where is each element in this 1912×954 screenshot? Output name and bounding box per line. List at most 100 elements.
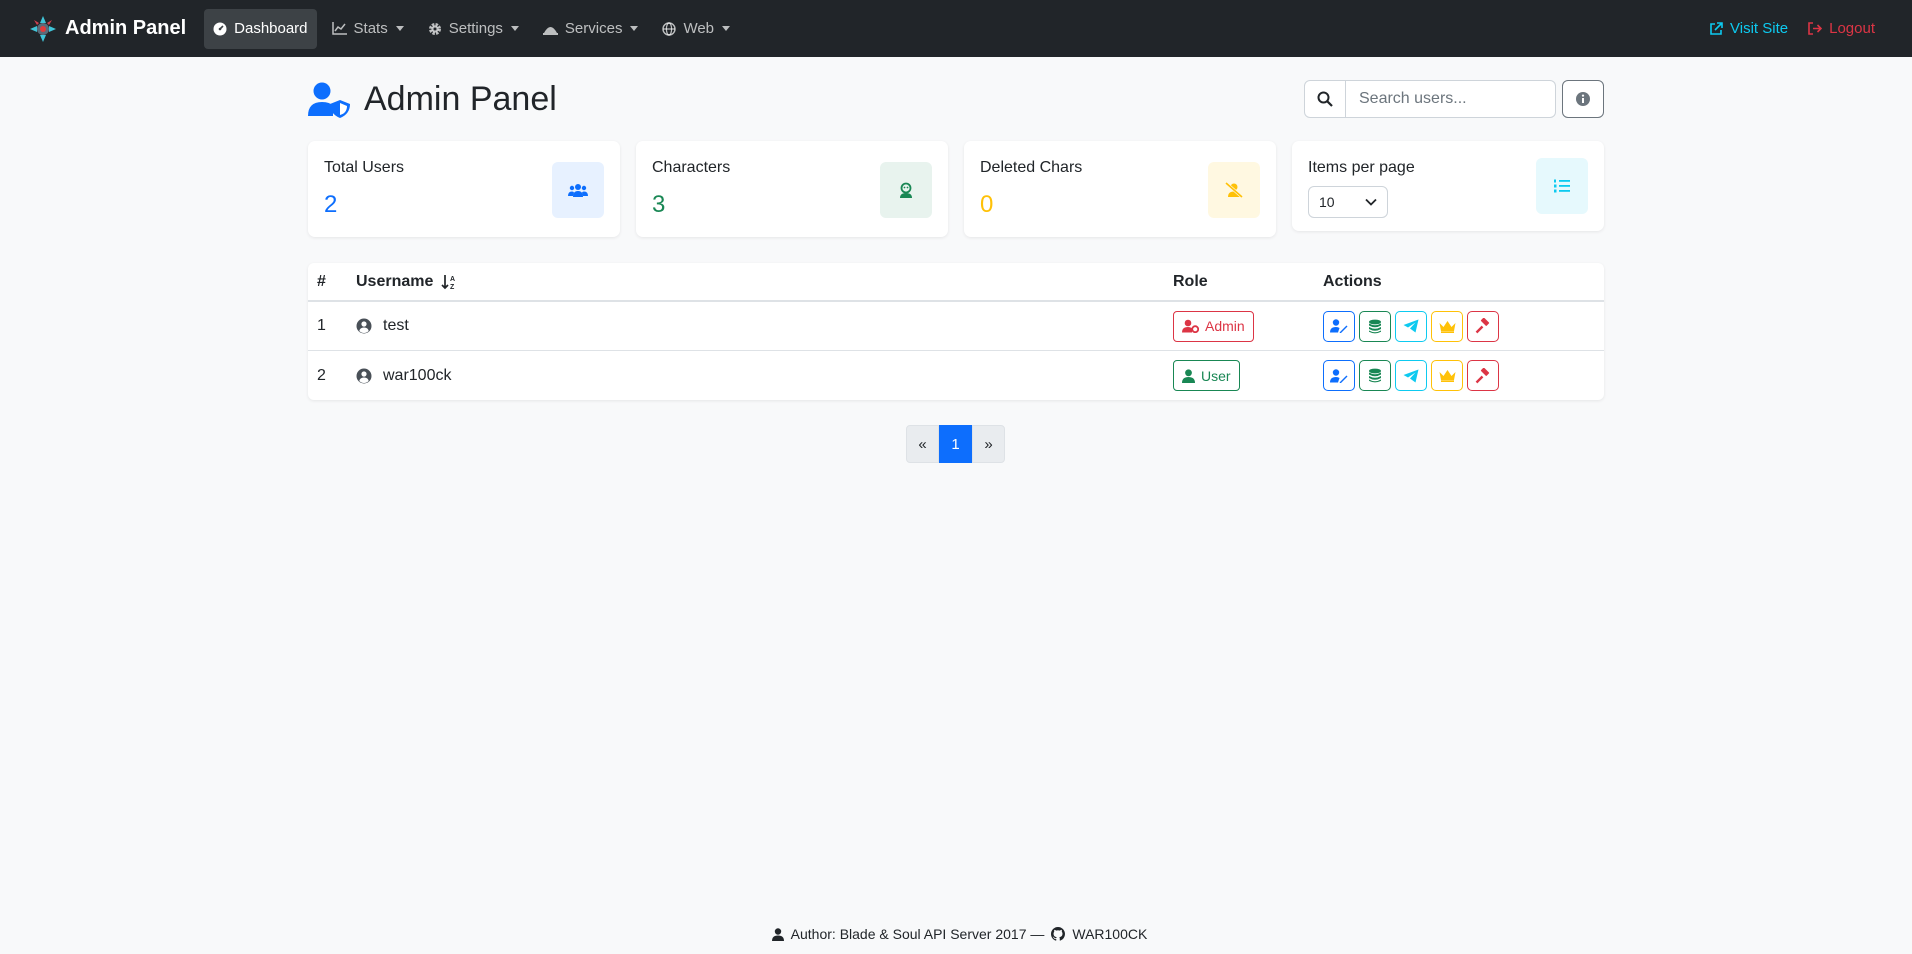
- users-icon: [552, 162, 604, 218]
- nav-right: Visit Site Logout: [1689, 0, 1875, 57]
- grant-admin-button[interactable]: [1431, 360, 1463, 391]
- nav-web[interactable]: Web: [653, 9, 739, 49]
- visit-site-link[interactable]: Visit Site: [1709, 20, 1788, 37]
- role-badge-user[interactable]: User: [1173, 360, 1240, 391]
- user-circle-icon: [356, 368, 372, 383]
- github-icon: [1051, 927, 1066, 941]
- username: war100ck: [383, 366, 452, 384]
- ban-user-button[interactable]: [1467, 310, 1499, 342]
- list-ol-icon: [1536, 158, 1588, 214]
- header-username[interactable]: Username A Z: [356, 273, 1173, 291]
- nav-stats-label: Stats: [353, 20, 388, 37]
- crown-icon: [1439, 370, 1455, 382]
- items-per-page-select[interactable]: 10: [1308, 186, 1388, 218]
- nav-stats[interactable]: Stats: [323, 9, 413, 49]
- search-group: [1304, 80, 1556, 118]
- visit-site-label: Visit Site: [1730, 20, 1789, 37]
- send-message-button[interactable]: [1395, 360, 1427, 391]
- brand[interactable]: Admin Panel: [29, 15, 186, 43]
- stat-value: 2: [324, 191, 338, 218]
- header-username-label: Username: [356, 272, 434, 290]
- user-slash-icon: [1208, 162, 1260, 218]
- header-role: Role: [1173, 272, 1208, 290]
- info-button[interactable]: [1562, 80, 1604, 118]
- row-num: 2: [317, 366, 326, 384]
- stat-label: Items per page: [1308, 159, 1415, 176]
- coins-button[interactable]: [1359, 360, 1391, 391]
- actions-cell: [1323, 310, 1503, 342]
- chart-icon: [331, 22, 347, 35]
- nav-settings-label: Settings: [448, 20, 503, 37]
- role-badge-admin[interactable]: Admin: [1173, 310, 1254, 342]
- gavel-icon: [1475, 367, 1490, 383]
- edit-user-button[interactable]: [1323, 310, 1355, 342]
- header-num: #: [317, 272, 326, 290]
- page-prev-button[interactable]: «: [906, 425, 939, 463]
- role-cell: User: [1173, 360, 1323, 391]
- pagination: « 1 »: [906, 425, 1005, 463]
- nav-settings[interactable]: Settings: [419, 9, 528, 49]
- footer: Author: Blade & Soul API Server 2017 — W…: [0, 926, 1912, 942]
- users-table: # Username A Z Role Actions 1 test Admin…: [308, 263, 1604, 400]
- info-icon: [1576, 92, 1590, 106]
- svg-text:Z: Z: [450, 284, 455, 290]
- username: test: [383, 317, 409, 334]
- role-label: Admin: [1205, 318, 1245, 334]
- stat-card-total-users: Total Users 2: [308, 141, 620, 237]
- nav-dashboard[interactable]: Dashboard: [204, 8, 317, 49]
- username-cell: test: [356, 317, 1173, 335]
- search-button[interactable]: [1304, 80, 1346, 118]
- chevron-down-icon: [630, 26, 639, 31]
- coins-icon: [1369, 319, 1381, 333]
- user-edit-icon: [1330, 319, 1348, 333]
- coins-icon: [1369, 368, 1381, 383]
- header-actions: Actions: [1323, 272, 1382, 290]
- telegram-icon: [1403, 369, 1419, 382]
- bell-service-icon: [542, 26, 558, 35]
- stat-label: Characters: [652, 159, 731, 176]
- chevron-down-icon: [395, 26, 404, 31]
- table-row: 1 test Admin: [308, 302, 1604, 351]
- globe-icon: [662, 21, 677, 36]
- gavel-icon: [1475, 318, 1490, 334]
- user-cog-icon: [1182, 319, 1199, 333]
- search-input[interactable]: [1346, 80, 1556, 118]
- logout-label: Logout: [1829, 20, 1875, 37]
- page-header: Admin Panel: [308, 80, 557, 119]
- external-link-icon: [1710, 21, 1723, 35]
- chevron-down-icon: [510, 26, 519, 31]
- stat-card-items-per-page: Items per page 10: [1292, 141, 1604, 231]
- grant-admin-button[interactable]: [1431, 310, 1463, 342]
- stat-value: 0: [980, 191, 994, 218]
- ban-user-button[interactable]: [1467, 360, 1499, 391]
- stat-label: Total Users: [324, 159, 405, 176]
- nav-dashboard-label: Dashboard: [234, 20, 308, 37]
- role-label: User: [1201, 367, 1231, 384]
- edit-user-button[interactable]: [1323, 360, 1355, 391]
- send-message-button[interactable]: [1395, 310, 1427, 342]
- gear-icon: [428, 22, 441, 35]
- search-icon: [1317, 91, 1333, 107]
- logout-link[interactable]: Logout: [1808, 20, 1875, 37]
- chevron-down-icon: [1365, 198, 1377, 206]
- character-icon: [880, 162, 932, 218]
- role-cell: Admin: [1173, 310, 1323, 342]
- nav-services-label: Services: [564, 20, 623, 37]
- stat-card-characters: Characters 3: [636, 141, 948, 237]
- table-header: # Username A Z Role Actions: [308, 263, 1604, 302]
- nav-services[interactable]: Services: [534, 9, 648, 49]
- top-navbar: Admin Panel Dashboard Stats Settings Ser…: [0, 0, 1912, 57]
- page-1-button[interactable]: 1: [939, 425, 972, 463]
- user-shield-icon: [308, 82, 350, 118]
- telegram-icon: [1403, 319, 1419, 333]
- coins-button[interactable]: [1359, 310, 1391, 342]
- footer-author: Author: Blade & Soul API Server 2017 —: [790, 926, 1045, 942]
- row-num: 1: [317, 317, 326, 334]
- stat-value: 3: [652, 191, 666, 218]
- user-circle-icon: [356, 318, 372, 334]
- user-icon: [1182, 368, 1195, 383]
- page-next-button[interactable]: »: [972, 425, 1005, 463]
- username-cell: war100ck: [356, 367, 1173, 385]
- footer-github-link[interactable]: WAR100CK: [1072, 926, 1147, 942]
- chevron-down-icon: [722, 26, 731, 31]
